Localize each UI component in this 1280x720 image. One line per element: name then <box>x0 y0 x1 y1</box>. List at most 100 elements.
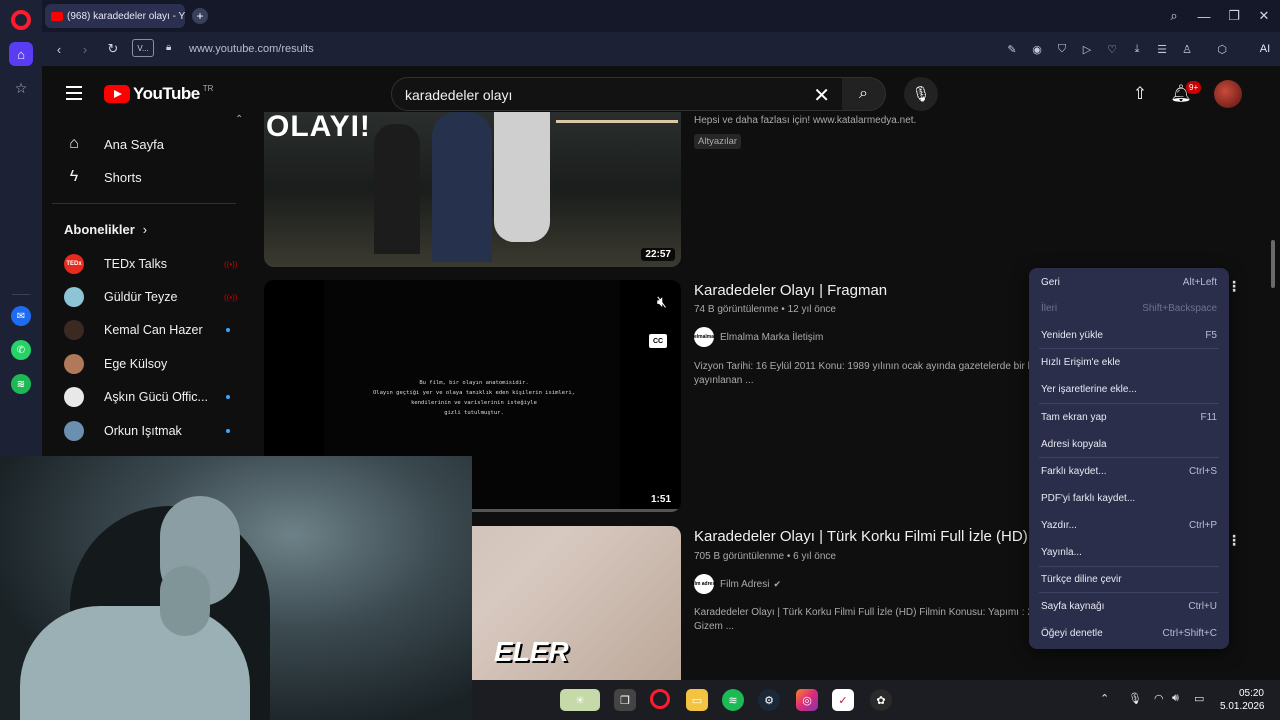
channel-avatar <box>64 354 84 374</box>
nav-divider <box>52 203 236 204</box>
account-avatar[interactable] <box>1214 80 1242 108</box>
weather-widget-icon[interactable]: ☀ <box>560 689 600 711</box>
menu-item-speed-dial[interactable]: Hızlı Erişim'e ekle <box>1029 350 1229 374</box>
thumbnail-text: OLAYI! <box>266 112 371 143</box>
subscription-item[interactable]: Kemal Can Hazer <box>64 320 234 340</box>
menu-item-fullscreen[interactable]: Tam ekran yap F11 <box>1029 405 1229 429</box>
menu-item-inspect[interactable]: Öğeyi denetle Ctrl+Shift+C <box>1029 621 1229 645</box>
clear-search-icon[interactable]: ✕ <box>813 83 830 108</box>
channel-link[interactable]: elmalma Elmalma Marka İletişim <box>694 327 823 347</box>
profile-icon[interactable]: ♙ <box>1179 41 1195 57</box>
easy-setup-icon[interactable]: ☰ <box>1154 41 1170 57</box>
menu-item-back[interactable]: Geri Alt+Left <box>1029 270 1229 294</box>
verified-icon: ✔ <box>773 578 781 589</box>
system-clock[interactable]: 05:20 5.01.2026 <box>1220 687 1265 713</box>
close-window-button[interactable]: ✕ <box>1254 6 1274 26</box>
browser-tab[interactable]: (968) karadedeler olayı - Y <box>45 4 185 28</box>
closed-captions-icon[interactable]: CC <box>649 334 667 348</box>
whatsapp-icon[interactable]: ✆ <box>11 340 31 360</box>
channel-name: Orkun Işıtmak <box>104 424 182 438</box>
microphone-tray-icon[interactable]: 🎙︎ <box>1128 692 1142 705</box>
menu-icon[interactable] <box>66 86 82 100</box>
star-icon[interactable]: ☆ <box>10 77 32 99</box>
search-input[interactable]: karadedeler olayı ✕ <box>391 77 843 111</box>
subscription-item[interactable]: Güldür Teyze ((•)) <box>64 287 237 307</box>
restore-button[interactable]: ❐ <box>1224 6 1244 26</box>
edit-icon[interactable]: ✎ <box>1004 41 1020 57</box>
subscription-item[interactable]: Aşkın Gücü Offic... <box>64 387 234 407</box>
shield-icon[interactable]: ⛉ <box>1054 41 1070 57</box>
home-icon[interactable]: ⌂ <box>9 42 33 66</box>
menu-item-print[interactable]: Yazdır... Ctrl+P <box>1029 513 1229 537</box>
opera-logo-icon[interactable] <box>11 10 31 30</box>
spotify-icon[interactable]: ≋ <box>11 374 31 394</box>
nav-item-home[interactable]: ⌂ Ana Sayfa <box>64 132 164 156</box>
more-options-icon[interactable]: ⋮ <box>1227 532 1241 549</box>
more-options-icon[interactable]: ⋮ <box>1227 278 1241 295</box>
download-icon[interactable]: ⤓ <box>1129 41 1145 57</box>
menu-item-save-as[interactable]: Farklı kaydet... Ctrl+S <box>1029 459 1229 483</box>
subscription-item[interactable]: TEDx TEDx Talks ((•)) <box>64 254 237 274</box>
spotify-taskbar-icon[interactable]: ≋ <box>722 689 744 711</box>
menu-item-copy-address[interactable]: Adresi kopyala <box>1029 432 1229 456</box>
vpn-badge[interactable]: V... <box>132 39 154 57</box>
chevron-up-icon[interactable]: ⌃ <box>1100 692 1109 705</box>
heart-icon[interactable]: ♡ <box>1104 41 1120 57</box>
menu-item-translate[interactable]: Türkçe diline çevir <box>1029 567 1229 591</box>
steam-icon[interactable]: ⚙ <box>758 689 780 711</box>
aria-ai-button[interactable]: AI <box>1252 39 1278 59</box>
battery-icon[interactable]: ▭ <box>1194 692 1204 705</box>
sign-post <box>556 120 678 123</box>
lock-icon[interactable]: 🔒︎ <box>166 42 171 53</box>
upload-icon[interactable]: ⇧ <box>1128 82 1152 106</box>
search-button[interactable]: ⌕ <box>842 77 886 111</box>
camera-icon[interactable]: ◉ <box>1029 41 1045 57</box>
channel-name: Aşkın Gücü Offic... <box>104 390 208 404</box>
menu-divider <box>1039 403 1219 404</box>
file-explorer-icon[interactable]: ▭ <box>686 689 708 711</box>
tab-title: (968) karadedeler olayı - Y <box>67 10 185 22</box>
wifi-icon[interactable]: ◠ <box>1154 692 1164 705</box>
task-view-icon[interactable]: ❐ <box>614 689 636 711</box>
menu-item-cast[interactable]: Yayınla... <box>1029 540 1229 564</box>
youtube-logo[interactable]: YouTube TR <box>104 84 213 104</box>
instagram-icon[interactable]: ◎ <box>796 689 818 711</box>
subscription-item[interactable]: Ege Külsoy <box>64 354 234 374</box>
new-content-dot <box>226 328 230 332</box>
video-title[interactable]: Karadedeler Olayı | Türk Korku Filmi Ful… <box>694 528 1028 545</box>
volume-icon[interactable]: 🔊︎ <box>1172 692 1179 705</box>
logo-text: YouTube <box>133 84 200 103</box>
menu-item-save-pdf[interactable]: PDF'yi farklı kaydet... <box>1029 486 1229 510</box>
channel-avatar <box>64 287 84 307</box>
menu-divider <box>1039 592 1219 593</box>
app-icon[interactable]: ✿ <box>870 689 892 711</box>
forward-button[interactable]: › <box>76 40 94 58</box>
nav-item-shorts[interactable]: ϟ Shorts <box>64 165 142 189</box>
reload-button[interactable]: ↻ <box>104 40 122 58</box>
menu-item-view-source[interactable]: Sayfa kaynağı Ctrl+U <box>1029 594 1229 618</box>
new-tab-button[interactable]: + <box>192 8 208 24</box>
subscription-item[interactable]: Orkun Işıtmak <box>64 421 234 441</box>
search-tabs-icon[interactable]: ⌕ <box>1164 6 1184 26</box>
play-icon[interactable]: ▷ <box>1079 41 1095 57</box>
menu-item-bookmark[interactable]: Yer işaretlerine ekle... <box>1029 377 1229 401</box>
voice-search-button[interactable]: 🎙︎ <box>904 77 938 111</box>
extensions-icon[interactable]: ⬡ <box>1214 41 1230 57</box>
new-content-dot <box>226 395 230 399</box>
video-thumbnail[interactable]: OLAYI! 22:57 <box>264 112 681 267</box>
menu-item-reload[interactable]: Yeniden yükle F5 <box>1029 323 1229 347</box>
nav-item-label: Ana Sayfa <box>104 136 164 152</box>
messenger-icon[interactable]: ✉ <box>11 306 31 326</box>
opera-taskbar-icon[interactable] <box>650 689 670 709</box>
nav-scroll-up-icon[interactable]: ⌃ <box>235 114 243 125</box>
subscriptions-heading[interactable]: Abonelikler › <box>64 222 147 237</box>
minimize-button[interactable]: — <box>1194 6 1214 26</box>
mute-icon[interactable]: 🔇︎ <box>657 294 667 312</box>
menu-item-forward[interactable]: İleri Shift+Backspace <box>1029 296 1229 320</box>
pocket-icon[interactable]: ✓ <box>832 689 854 711</box>
url-field[interactable]: www.youtube.com/results <box>189 43 314 55</box>
video-title[interactable]: Karadedeler Olayı | Fragman <box>694 282 887 299</box>
page-scrollbar[interactable] <box>1271 240 1275 288</box>
back-button[interactable]: ‹ <box>50 40 68 58</box>
channel-link[interactable]: film adresi Film Adresi ✔ <box>692 574 781 594</box>
